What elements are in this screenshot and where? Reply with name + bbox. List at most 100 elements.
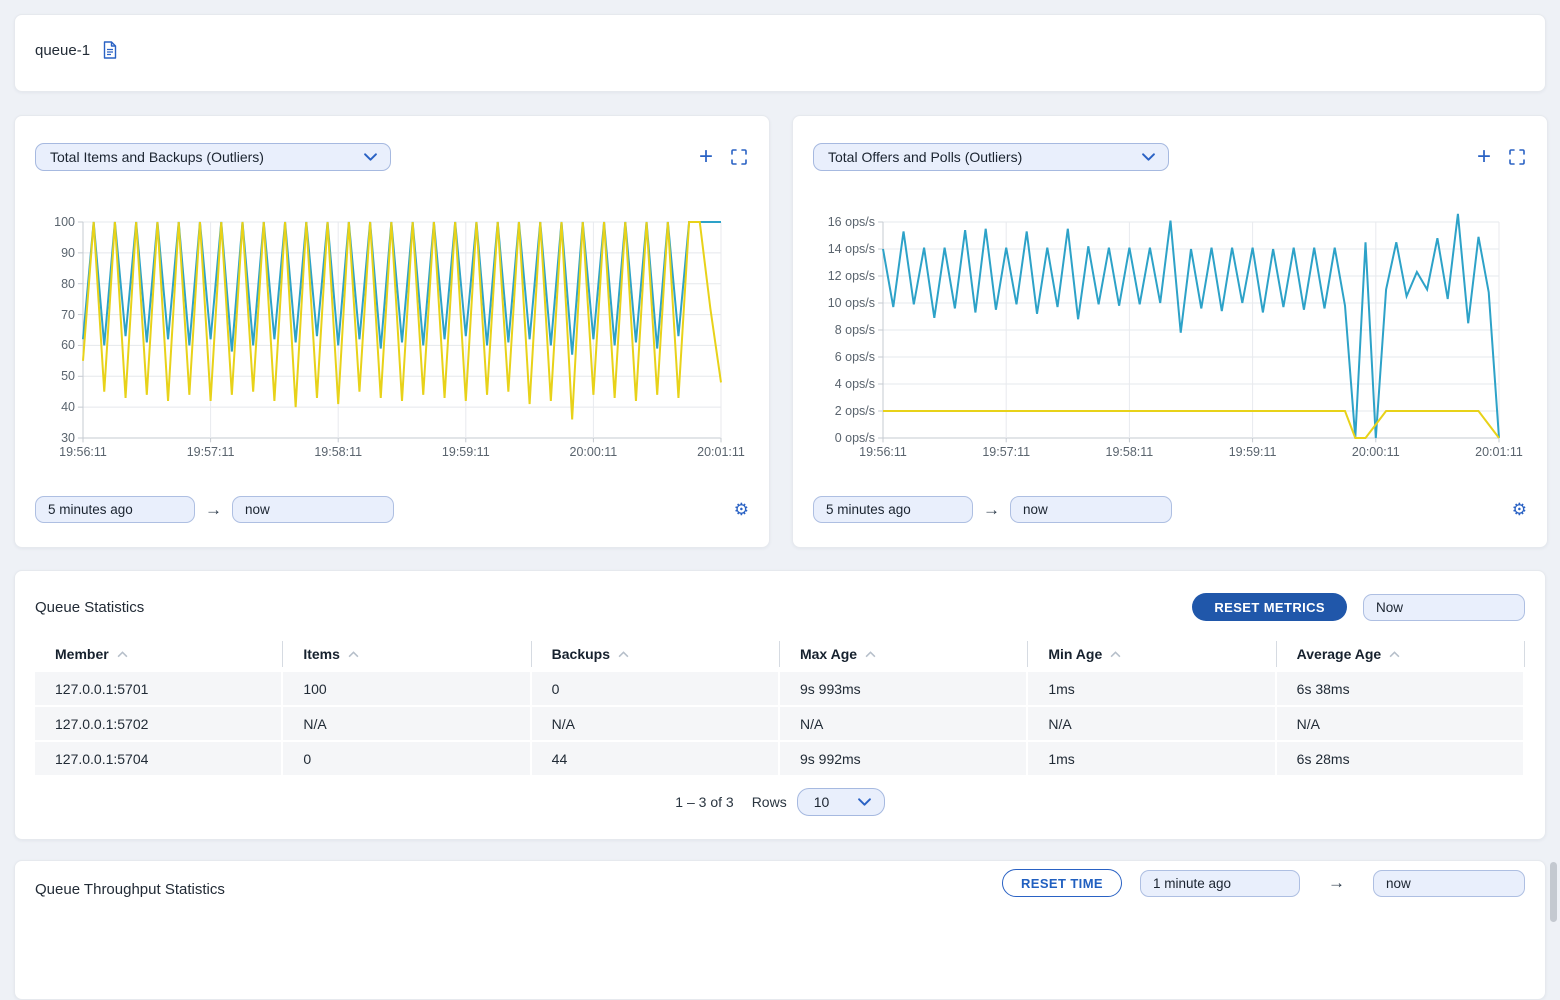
table-cell: 127.0.0.1:5701 [35,672,283,705]
y-axis-tick-label: 100 [54,215,75,229]
metric-selector-value: Total Items and Backups (Outliers) [50,149,264,165]
expand-chart-icon[interactable] [1509,149,1525,165]
table-cell: N/A [283,707,531,740]
arrow-right-icon: → [1328,873,1345,893]
x-axis-tick-label: 19:57:11 [982,445,1030,459]
y-axis-tick-label: 70 [61,308,75,322]
y-axis-tick-label: 50 [61,369,75,383]
title-panel: queue-1 [14,14,1546,92]
metric-selector[interactable]: Total Offers and Polls (Outliers) [813,143,1169,171]
time-from-input[interactable] [35,496,195,523]
table-pagination: 1 – 3 of 3 Rows 10 [35,788,1525,816]
chart-area: 16 ops/s14 ops/s12 ops/s10 ops/s8 ops/s6… [813,222,1527,438]
sort-chevron-icon [1110,651,1121,658]
table-cell: 44 [532,742,780,775]
table-cell: 9s 993ms [780,672,1028,705]
queue-throughput-header: Queue Throughput Statistics RESET TIME → [35,869,1525,898]
chart-header-icons: + [1477,147,1525,167]
add-chart-icon[interactable]: + [699,147,713,167]
y-axis-labels: 10090807060504030 [35,222,75,438]
column-header-max-age[interactable]: Max Age [780,641,1028,667]
blue-series [883,214,1499,438]
chart-panel-header: Total Offers and Polls (Outliers) + [813,143,1527,171]
table-cell: 1ms [1028,672,1276,705]
y-axis-tick-label: 0 ops/s [835,431,875,445]
table-cell: 100 [283,672,531,705]
scrollbar-thumb[interactable] [1550,862,1557,922]
metric-selector-value: Total Offers and Polls (Outliers) [828,149,1022,165]
sort-chevron-icon [1389,651,1400,658]
metric-selector[interactable]: Total Items and Backups (Outliers) [35,143,391,171]
chevron-down-icon [364,153,377,161]
column-header-member[interactable]: Member [35,641,283,667]
add-chart-icon[interactable]: + [1477,147,1491,167]
x-axis-labels: 19:56:1119:57:1119:58:1119:59:1120:00:11… [883,445,1499,463]
table-cell: 6s 28ms [1277,742,1525,775]
queue-statistics-header: Queue Statistics RESET METRICS [35,593,1525,621]
table-cell: N/A [532,707,780,740]
y-axis-tick-label: 60 [61,338,75,352]
chevron-down-icon [858,798,871,806]
page-title: queue-1 [35,41,90,61]
reset-metrics-button[interactable]: RESET METRICS [1192,593,1347,621]
queue-throughput-title: Queue Throughput Statistics [35,881,225,898]
y-axis-tick-label: 16 ops/s [828,215,875,229]
rows-per-page-value: 10 [814,794,830,810]
x-axis-tick-label: 19:58:11 [1106,445,1154,459]
table-cell: 0 [532,672,780,705]
table-cell: 127.0.0.1:5702 [35,707,283,740]
time-to-input[interactable] [232,496,394,523]
sort-chevron-icon [117,651,128,658]
x-axis-labels: 19:56:1119:57:1119:58:1119:59:1120:00:11… [83,445,721,463]
expand-chart-icon[interactable] [731,149,747,165]
table-cell: N/A [780,707,1028,740]
x-axis-tick-label: 20:01:11 [1475,445,1523,459]
sort-chevron-icon [618,651,629,658]
chart-plot: 19:56:1119:57:1119:58:1119:59:1120:00:11… [883,222,1499,438]
table-cell: N/A [1028,707,1276,740]
queue-statistics-title: Queue Statistics [35,599,144,616]
queue-statistics-controls: RESET METRICS [1192,593,1525,621]
arrow-right-icon: → [983,500,1000,520]
gear-icon[interactable]: ⚙ [1512,501,1527,518]
time-to-input[interactable] [1010,496,1172,523]
time-to-input[interactable] [1373,870,1525,897]
stats-time-input[interactable] [1363,594,1525,621]
column-header-backups[interactable]: Backups [532,641,780,667]
y-axis-tick-label: 90 [61,246,75,260]
chevron-down-icon [1142,153,1155,161]
x-axis-tick-label: 19:57:11 [187,445,235,459]
table-cell: 127.0.0.1:5704 [35,742,283,775]
y-axis-tick-label: 8 ops/s [835,323,875,337]
rows-per-page-select[interactable]: 10 [797,788,885,816]
table-header-row: MemberItems Backups Max AgeMin AgeAverage … [35,641,1525,667]
y-axis-tick-label: 30 [61,431,75,445]
gear-icon[interactable]: ⚙ [734,501,749,518]
offers-polls-chart-panel: Total Offers and Polls (Outliers) + 16 o… [792,115,1548,548]
queue-statistics-panel: Queue Statistics RESET METRICS MemberIte… [14,570,1546,840]
queue-throughput-panel: Queue Throughput Statistics RESET TIME → [14,860,1546,1000]
column-header-items[interactable]: Items [283,641,531,667]
table-cell: 6s 38ms [1277,672,1525,705]
column-header-average-age[interactable]: Average Age [1277,641,1525,667]
chart-header-icons: + [699,147,747,167]
reset-time-button[interactable]: RESET TIME [1002,869,1122,897]
table-body: 127.0.0.1:570110009s 993ms1ms6s 38ms127.… [35,672,1525,777]
y-axis-tick-label: 4 ops/s [835,377,875,391]
y-axis-tick-label: 14 ops/s [828,242,875,256]
pagination-range: 1 – 3 of 3 [675,794,733,810]
x-axis-tick-label: 19:56:11 [859,445,907,459]
document-icon[interactable] [102,41,118,64]
yellow-series [883,411,1499,438]
chart-panel-header: Total Items and Backups (Outliers) + [35,143,749,171]
time-from-input[interactable] [1140,870,1300,897]
time-from-input[interactable] [813,496,973,523]
column-header-min-age[interactable]: Min Age [1028,641,1276,667]
chart-area: 10090807060504030 19:56:1119:57:1119:58:… [35,222,749,438]
table-row: 127.0.0.1:5702N/AN/AN/AN/AN/A [35,707,1525,742]
y-axis-tick-label: 2 ops/s [835,404,875,418]
table-row: 127.0.0.1:57040449s 992ms1ms6s 28ms [35,742,1525,777]
chart-time-range: → ⚙ [813,496,1527,523]
table-cell: 0 [283,742,531,775]
column-header-label: Backups [552,646,610,662]
